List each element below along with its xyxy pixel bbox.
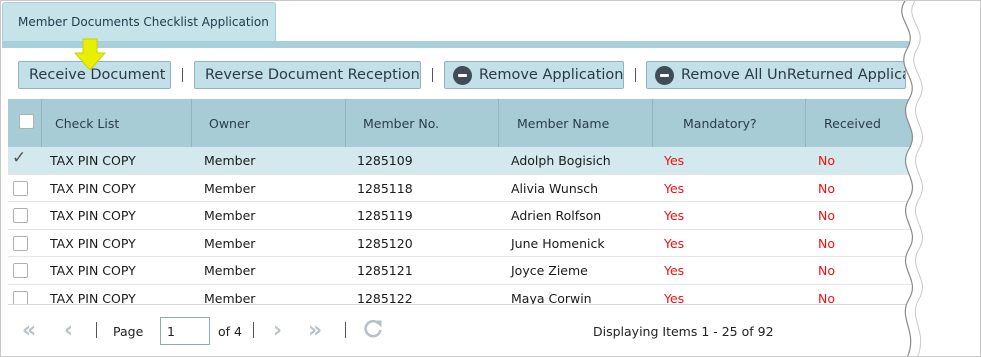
remove-all-label: Remove All UnReturned Applica <box>681 67 906 83</box>
column-member-no[interactable]: Member No. <box>346 99 499 147</box>
member-name-cell: June Homenick <box>511 235 605 251</box>
select-all-checkbox[interactable] <box>19 114 34 129</box>
member-name-cell: Maya Corwin <box>511 291 592 304</box>
toolbar: Receive Document Reverse Document Recept… <box>2 48 980 99</box>
tab-strip <box>2 41 980 48</box>
table-row[interactable]: TAX PIN COPY Member 1285121 Joyce Zieme Yes N… <box>8 257 965 285</box>
vertical-scrollbar[interactable] <box>965 147 978 304</box>
table-body: ✓ TAX PIN COPY Member 1285109 Adolph Bogisic… <box>8 147 965 304</box>
column-member-name[interactable]: Member Name <box>499 99 653 147</box>
column-owner[interactable]: Owner <box>192 99 346 147</box>
checklist-cell: TAX PIN COPY <box>50 153 136 168</box>
arrow-down-icon <box>73 38 107 71</box>
column-mandatory[interactable]: Mandatory? <box>653 99 806 147</box>
checkmark-icon: ✓ <box>12 148 27 168</box>
table-row[interactable]: ✓ TAX PIN COPY Member 1285109 Adolph Bogisic… <box>8 147 965 175</box>
mandatory-cell: Yes <box>664 235 685 251</box>
member-name-cell: Adrien Rolfson <box>511 208 602 224</box>
previous-page-icon[interactable]: ‹ <box>64 320 73 342</box>
column-checklist[interactable]: Check List <box>42 99 192 147</box>
tab-title: Member Documents Checklist Application <box>18 15 269 29</box>
pager-separator <box>345 322 346 338</box>
received-cell: No <box>818 208 835 224</box>
table-row[interactable]: TAX PIN COPY Member 1285122 Maya Corwin Yes N… <box>8 285 965 304</box>
pager-separator <box>253 322 254 338</box>
member-no-cell: 1285122 <box>357 291 413 304</box>
mandatory-cell: Yes <box>664 180 685 196</box>
table-row[interactable]: TAX PIN COPY Member 1285119 Adrien Rolfson Y… <box>8 202 965 230</box>
checklist-cell: TAX PIN COPY <box>50 180 136 196</box>
row-checkbox[interactable] <box>13 208 28 224</box>
owner-cell: Member <box>204 263 256 279</box>
page-number-input[interactable] <box>160 317 210 345</box>
app-window: Member Documents Checklist Application R… <box>0 0 981 357</box>
received-cell: No <box>818 153 835 168</box>
table-row[interactable]: TAX PIN COPY Member 1285118 Alivia Wunsch Ye… <box>8 175 965 203</box>
first-page-icon[interactable]: « <box>22 320 36 342</box>
mandatory-cell: Yes <box>664 263 685 279</box>
row-checkbox[interactable]: ✓ <box>12 148 28 168</box>
remove-application-button[interactable]: Remove Application <box>444 61 624 89</box>
mandatory-cell: Yes <box>664 291 685 304</box>
table-row[interactable]: TAX PIN COPY Member 1285120 June Homenick Ye… <box>8 230 965 258</box>
remove-application-label: Remove Application <box>479 67 624 83</box>
scroll-up-icon[interactable] <box>968 149 978 159</box>
member-name-cell: Joyce Zieme <box>511 263 588 279</box>
member-name-cell: Adolph Bogisich <box>511 153 611 168</box>
received-cell: No <box>818 263 835 279</box>
next-page-icon[interactable]: › <box>273 320 282 342</box>
checklist-cell: TAX PIN COPY <box>50 263 136 279</box>
pager-separator <box>96 322 97 338</box>
checklist-cell: TAX PIN COPY <box>50 235 136 251</box>
reverse-document-label: Reverse Document Reception <box>205 67 420 83</box>
member-no-cell: 1285120 <box>357 235 413 251</box>
row-checkbox[interactable] <box>13 235 28 251</box>
column-received[interactable]: Received <box>806 99 978 147</box>
refresh-icon[interactable] <box>362 317 384 339</box>
checklist-cell: TAX PIN COPY <box>50 208 136 224</box>
member-no-cell: 1285109 <box>357 153 413 168</box>
owner-cell: Member <box>204 235 256 251</box>
checklist-cell: TAX PIN COPY <box>50 291 136 304</box>
pager-status: Displaying Items 1 - 25 of 92 <box>593 324 774 339</box>
mandatory-cell: Yes <box>664 153 685 168</box>
member-no-cell: 1285119 <box>357 208 413 224</box>
owner-cell: Member <box>204 180 256 196</box>
owner-cell: Member <box>204 153 256 168</box>
reverse-document-reception-button[interactable]: Reverse Document Reception <box>194 61 421 89</box>
remove-icon <box>453 65 472 85</box>
menu-icon[interactable] <box>939 61 969 90</box>
pager: « ‹ Page of 4 › » Displaying Items 1 - 2… <box>8 304 978 356</box>
received-cell: No <box>818 180 835 196</box>
toolbar-separator <box>432 68 433 82</box>
owner-cell: Member <box>204 208 256 224</box>
table-header: Check List Owner Member No. Member Name … <box>8 99 978 147</box>
toolbar-separator <box>635 68 636 82</box>
last-page-icon[interactable]: » <box>308 320 322 342</box>
remove-all-unreturned-button[interactable]: Remove All UnReturned Applica <box>646 61 906 89</box>
tab-member-documents[interactable]: Member Documents Checklist Application <box>2 2 276 42</box>
member-name-cell: Alivia Wunsch <box>511 180 599 196</box>
member-no-cell: 1285118 <box>357 180 413 196</box>
toolbar-separator <box>182 68 183 82</box>
row-checkbox[interactable] <box>13 291 28 304</box>
received-cell: No <box>818 291 835 304</box>
page-count-label: of 4 <box>218 324 242 339</box>
page-label: Page <box>113 324 144 339</box>
row-checkbox[interactable] <box>13 263 28 279</box>
received-cell: No <box>818 235 835 251</box>
row-checkbox[interactable] <box>13 180 28 196</box>
owner-cell: Member <box>204 291 256 304</box>
select-all-header <box>8 99 42 147</box>
remove-icon <box>655 65 674 85</box>
mandatory-cell: Yes <box>664 208 685 224</box>
member-no-cell: 1285121 <box>357 263 413 279</box>
